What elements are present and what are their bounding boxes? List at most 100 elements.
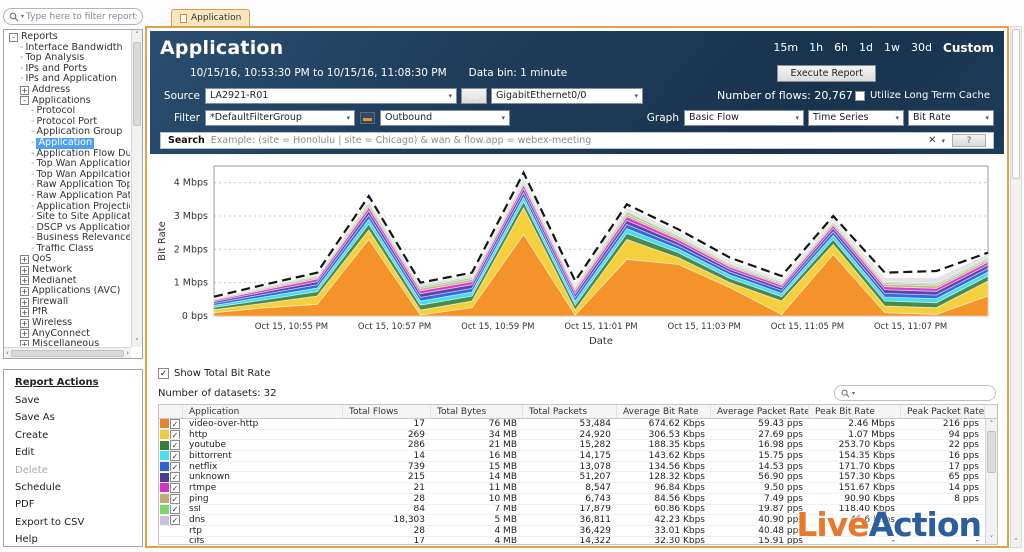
column-header-bytes[interactable]: Total Bytes (431, 405, 523, 418)
row-checkbox[interactable]: ✓ (170, 451, 180, 461)
tree-item-miscellaneous[interactable]: +Miscellaneous (6, 339, 130, 346)
expand-icon[interactable]: + (20, 266, 29, 275)
chevron-down-icon[interactable]: ▾ (941, 137, 945, 145)
row-checkbox[interactable]: ✓ (170, 515, 180, 525)
tree-item-applications[interactable]: -Applications (6, 96, 130, 107)
tree-item-qos[interactable]: +QoS (6, 254, 130, 265)
time-range-1w[interactable]: 1w (884, 41, 900, 55)
collapse-icon[interactable]: - (9, 33, 18, 42)
tree-item-interface-bandwidth[interactable]: -Interface Bandwidth (6, 43, 130, 54)
main-vertical-scrollbar[interactable]: ˅ (1010, 26, 1022, 548)
row-checkbox[interactable]: ✓ (170, 419, 180, 429)
tree-item-application-flow-dura[interactable]: -Application Flow Dura (6, 149, 130, 160)
tree-item-ips-and-ports[interactable]: -IPs and Ports (6, 64, 130, 75)
report-filter-input[interactable]: ▾ Type here to filter reports. (3, 8, 143, 25)
tree-item-application-projection[interactable]: -Application Projection (6, 202, 130, 213)
column-header-flows[interactable]: Total Flows (343, 405, 431, 418)
interface-select[interactable]: GigabitEthernet0/0 ▾ (491, 88, 643, 104)
tree-scrollbar-thumb[interactable] (133, 42, 141, 126)
tree-item-application[interactable]: -Application (6, 138, 130, 149)
graph-metric-select[interactable]: Bit Rate ▾ (908, 110, 994, 126)
expand-icon[interactable]: + (20, 340, 29, 346)
tree-item-medianet[interactable]: +Medianet (6, 276, 130, 287)
tree-item-raw-application-topol[interactable]: -Raw Application Topol (6, 180, 130, 191)
execute-report-button[interactable]: Execute Report (777, 65, 876, 82)
flow-search-bar[interactable]: Search Example: (site = Honolulu | site … (160, 132, 994, 149)
scroll-up-icon[interactable]: ˄ (132, 31, 142, 39)
row-checkbox[interactable]: ✓ (170, 462, 180, 472)
tree-item-pfr[interactable]: +PfR (6, 307, 130, 318)
table-row-dns[interactable]: ✓dns18,3035 MB36,81142.23 Kbps40.90 pps4… (159, 515, 997, 526)
search-help-button[interactable]: ? (952, 134, 986, 147)
cache-checkbox[interactable] (855, 91, 865, 101)
row-checkbox[interactable]: ✓ (170, 494, 180, 504)
tree-item-wireless[interactable]: +Wireless (6, 318, 130, 329)
table-row-rtp[interactable]: rtp284 MB36,42933.01 Kbps40.48 pps- (159, 526, 997, 537)
tree-horizontal-scrollbar[interactable]: ‹ › (4, 347, 131, 358)
scroll-up-icon[interactable]: ˄ (986, 420, 997, 428)
expand-icon[interactable]: + (20, 287, 29, 296)
time-range-custom[interactable]: Custom (943, 41, 994, 55)
column-header-peak_bit[interactable]: Peak Bit Rate (809, 405, 901, 418)
tree-vertical-scrollbar[interactable]: ˄ ˅ (131, 30, 142, 347)
tree-item-application-group[interactable]: -Application Group (6, 127, 130, 138)
action-schedule[interactable]: Schedule (15, 479, 131, 496)
row-checkbox[interactable]: ✓ (170, 483, 180, 493)
expand-icon[interactable]: + (20, 86, 29, 95)
table-vertical-scrollbar[interactable]: ˄ ˅ (985, 419, 997, 544)
column-header-app[interactable]: Application (183, 405, 343, 418)
filter-group-select[interactable]: *DefaultFilterGroup ▾ (205, 110, 355, 126)
row-checkbox[interactable]: ✓ (170, 430, 180, 440)
tab-application[interactable]: Application (171, 9, 250, 26)
tree-item-reports[interactable]: -Reports (6, 32, 130, 43)
tree-item-ips-and-application[interactable]: -IPs and Application (6, 74, 130, 85)
action-help[interactable]: Help (15, 531, 131, 548)
expand-icon[interactable]: + (20, 276, 29, 285)
table-row-unknown[interactable]: ✓unknown21514 MB51,207128.32 Kbps56.90 p… (159, 472, 997, 483)
scroll-right-icon[interactable]: › (126, 349, 129, 357)
scroll-down-icon[interactable]: ˅ (132, 338, 142, 346)
tree-item-address[interactable]: +Address (6, 85, 130, 96)
expand-icon[interactable]: + (20, 319, 29, 328)
column-header-packets[interactable]: Total Packets (523, 405, 617, 418)
tree-item-raw-application-path[interactable]: -Raw Application Path (6, 191, 130, 202)
tree-item-top-wan-appilcation-t[interactable]: -Top Wan Appilcation T (6, 170, 130, 181)
tree-item-network[interactable]: +Network (6, 265, 130, 276)
table-row-ping[interactable]: ✓ping2810 MB6,74384.56 Kbps7.49 pps90.90… (159, 494, 997, 505)
table-row-http[interactable]: ✓http26934 MB24,920306.53 Kbps27.69 pps1… (159, 430, 997, 441)
table-row-rtmpe[interactable]: ✓rtmpe2111 MB8,54796.84 Kbps9.50 pps151.… (159, 483, 997, 494)
time-range-1h[interactable]: 1h (809, 41, 823, 55)
expand-icon[interactable]: + (20, 298, 29, 307)
tree-item-business-relevance[interactable]: -Business Relevance (6, 233, 130, 244)
tree-item-anyconnect[interactable]: +AnyConnect (6, 329, 130, 340)
column-header-avg_pkt[interactable]: Average Packet Rate (711, 405, 809, 418)
table-row-video-over-http[interactable]: ✓video-over-http1776 MB53,484674.62 Kbps… (159, 419, 997, 430)
collapse-icon[interactable]: - (20, 96, 29, 105)
action-edit[interactable]: Edit (15, 444, 131, 461)
action-save[interactable]: Save (15, 392, 131, 409)
action-export-to-csv[interactable]: Export to CSV (15, 514, 131, 531)
action-pdf[interactable]: PDF (15, 496, 131, 513)
table-row-youtube[interactable]: ✓youtube28621 MB15,282188.35 Kbps16.98 p… (159, 440, 997, 451)
action-create[interactable]: Create (15, 427, 131, 444)
row-checkbox[interactable]: ✓ (170, 440, 180, 450)
source-select[interactable]: LA2921-R01 ▾ (205, 88, 457, 104)
expand-icon[interactable]: + (20, 308, 29, 317)
time-range-6h[interactable]: 6h (834, 41, 848, 55)
source-browse-button[interactable]: ... (461, 88, 487, 104)
tree-hscrollbar-thumb[interactable] (11, 350, 124, 357)
tree-item-dscp-vs-application[interactable]: -DSCP vs Application (6, 223, 130, 234)
graph-series-select[interactable]: Time Series ▾ (808, 110, 904, 126)
column-header-peak_pkt[interactable]: Peak Packet Rate (901, 405, 985, 418)
column-header-avg_bit[interactable]: Average Bit Rate (617, 405, 711, 418)
tree-item-firewall[interactable]: +Firewall (6, 297, 130, 308)
time-range-30d[interactable]: 30d (911, 41, 932, 55)
tree-item-protocol-port[interactable]: -Protocol Port (6, 117, 130, 128)
expand-icon[interactable]: + (20, 255, 29, 264)
time-range-15m[interactable]: 15m (773, 41, 798, 55)
tree-item-top-analysis[interactable]: -Top Analysis (6, 53, 130, 64)
tree-item-site-to-site-applicatio[interactable]: -Site to Site Applicatio (6, 212, 130, 223)
tree-item-top-wan-applications[interactable]: -Top Wan Applications (6, 159, 130, 170)
scroll-left-icon[interactable]: ‹ (6, 349, 9, 357)
graph-type-select[interactable]: Basic Flow ▾ (684, 110, 804, 126)
